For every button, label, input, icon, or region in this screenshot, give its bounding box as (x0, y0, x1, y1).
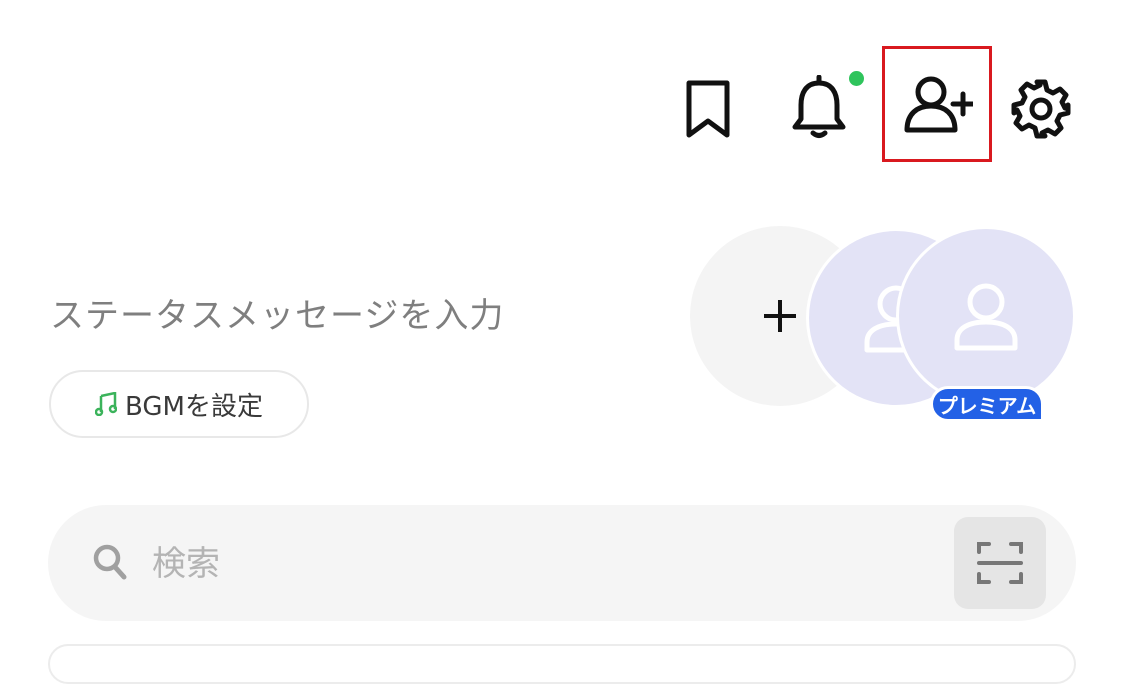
person-icon (954, 283, 1018, 351)
gear-icon (1011, 79, 1071, 139)
bgm-button-label: BGMを設定 (125, 391, 263, 422)
search-icon (93, 544, 127, 580)
notification-badge (849, 71, 864, 86)
music-note-icon (95, 392, 118, 416)
bookmark-button[interactable] (676, 76, 740, 142)
settings-button[interactable] (1006, 76, 1076, 142)
qr-scan-button[interactable] (954, 517, 1046, 609)
search-input[interactable] (150, 530, 934, 598)
notifications-button[interactable] (786, 74, 852, 142)
bgm-button[interactable]: BGMを設定 (49, 370, 309, 438)
premium-badge: プレミアム (930, 386, 1044, 422)
bookmark-icon (686, 80, 730, 138)
add-friend-icon (904, 76, 973, 133)
bell-icon (792, 75, 846, 138)
profile-avatar[interactable] (896, 226, 1076, 406)
plus-icon (764, 300, 796, 332)
status-message-input[interactable]: ステータスメッセージを入力 (50, 288, 504, 337)
list-container (48, 644, 1076, 684)
scan-icon (977, 542, 1023, 584)
add-friend-button[interactable] (882, 46, 992, 162)
